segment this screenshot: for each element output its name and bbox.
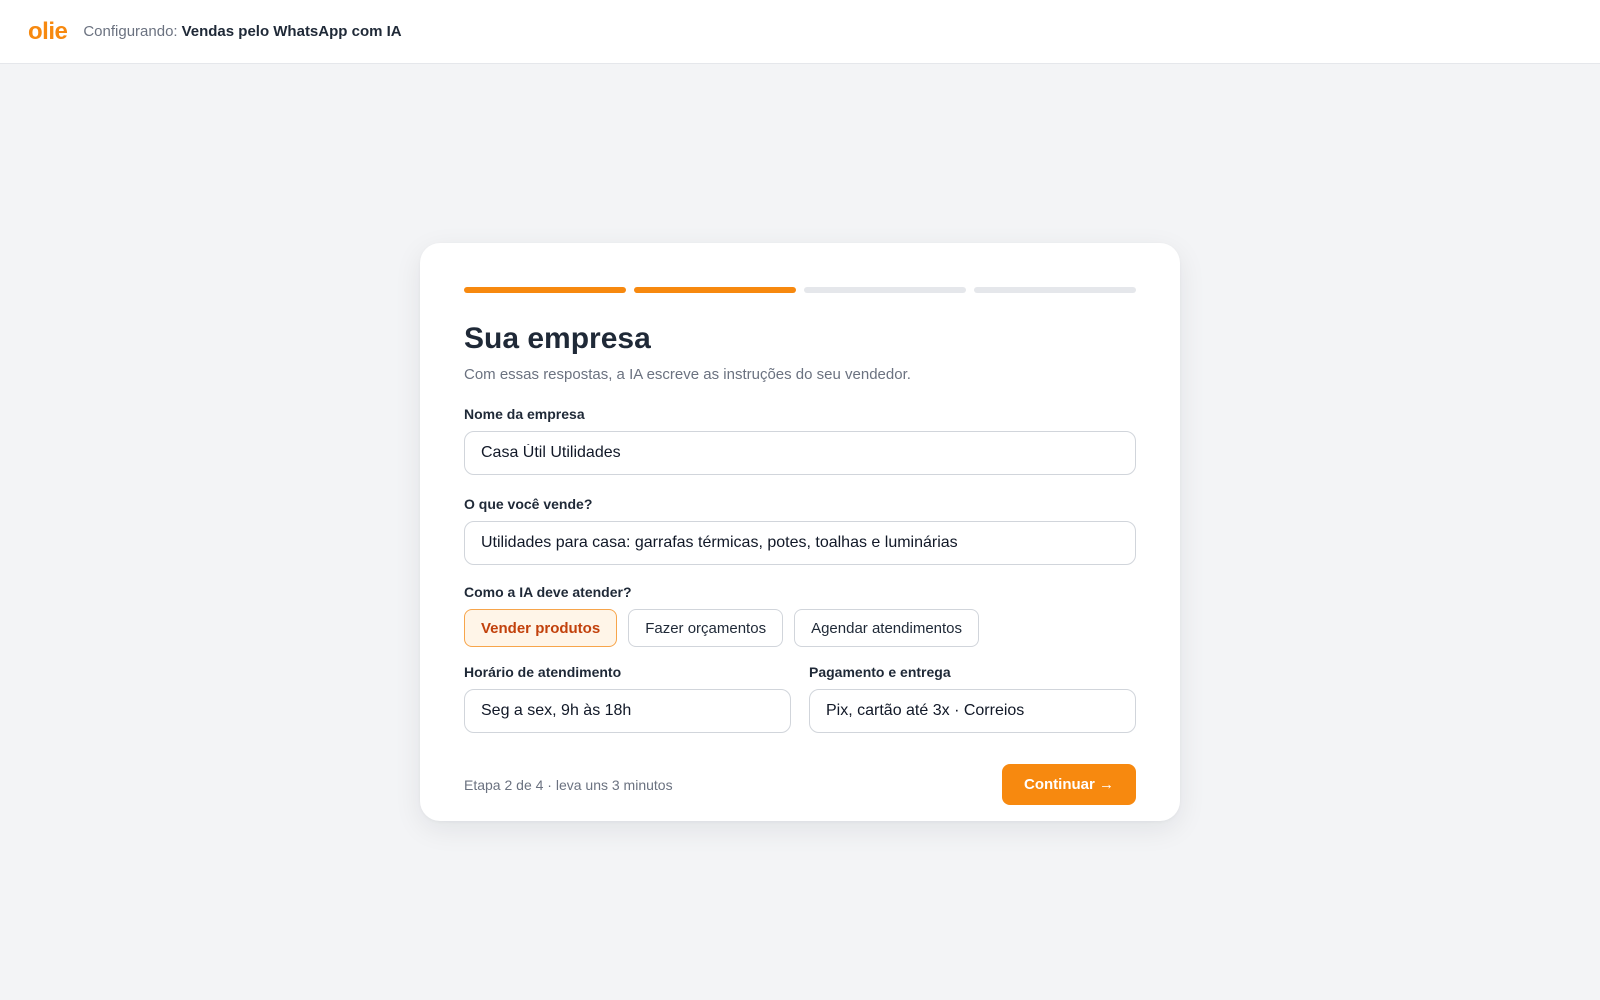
hours-group: Horário de atendimento (464, 663, 791, 733)
company-name-label: Nome da empresa (464, 406, 585, 422)
what-sells-group: O que você vende? (464, 495, 1136, 565)
hours-label: Horário de atendimento (464, 664, 622, 680)
config-title: Vendas pelo WhatsApp com IA (181, 23, 402, 40)
hours-input[interactable] (464, 689, 791, 733)
continue-button[interactable]: Continuar → (1002, 764, 1136, 805)
step-info: Etapa 2 de 4 · leva uns 3 minutos (464, 776, 673, 793)
company-name-group: Nome da empresa (464, 405, 1136, 475)
progress-step-4 (974, 287, 1136, 293)
progress-bar (464, 287, 1136, 293)
config-prefix: Configurando: (83, 23, 178, 40)
mode-group: Como a IA deve atender? Vender produtos … (464, 583, 1136, 647)
setup-card: Sua empresa Com essas respostas, a IA es… (420, 243, 1180, 821)
mode-option-schedule[interactable]: Agendar atendimentos (794, 609, 980, 647)
page-title: Sua empresa (464, 322, 651, 355)
mode-option-sell[interactable]: Vender produtos (464, 609, 618, 647)
card-footer: Etapa 2 de 4 · leva uns 3 minutos Contin… (464, 764, 1136, 805)
what-sells-label: O que você vende? (464, 496, 593, 512)
mode-option-quotes[interactable]: Fazer orçamentos (628, 609, 784, 647)
progress-step-3 (804, 287, 966, 293)
progress-step-2 (634, 287, 796, 293)
olie-logo[interactable]: olie (28, 18, 68, 46)
payment-label: Pagamento e entrega (809, 664, 951, 680)
page-subtitle: Com essas respostas, a IA escreve as ins… (464, 366, 911, 383)
top-bar: olie Configurando: Vendas pelo WhatsApp … (0, 0, 1600, 64)
payment-group: Pagamento e entrega (809, 663, 1136, 733)
mode-options: Vender produtos Fazer orçamentos Agendar… (464, 609, 1136, 647)
what-sells-input[interactable] (464, 521, 1136, 565)
hours-payment-row: Horário de atendimento Pagamento e entre… (464, 663, 1136, 733)
payment-input[interactable] (809, 689, 1136, 733)
mode-label: Como a IA deve atender? (464, 584, 632, 600)
progress-step-1 (464, 287, 626, 293)
company-name-input[interactable] (464, 431, 1136, 475)
